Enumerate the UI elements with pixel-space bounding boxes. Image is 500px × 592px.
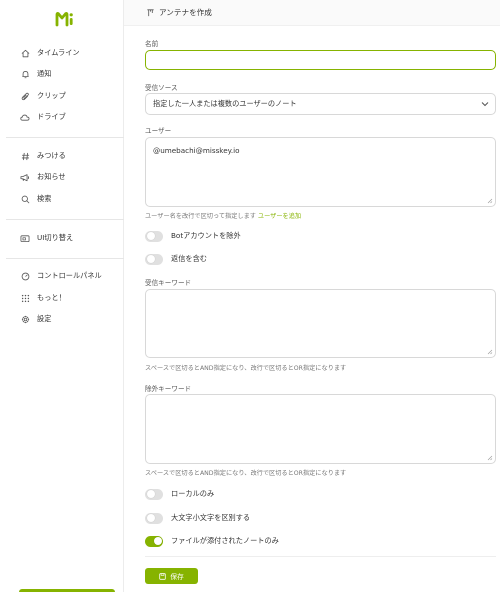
users-textarea[interactable]: @umebachi@misskey.io	[145, 137, 496, 207]
add-user-link[interactable]: ユーザーを追加	[258, 213, 301, 220]
switch-local-only[interactable]	[145, 488, 163, 500]
keywords-textarea[interactable]	[145, 289, 496, 358]
toggle-label: 大文字小文字を区別する	[171, 513, 251, 522]
sidebar-item-settings[interactable]: 設定	[19, 312, 51, 326]
exclude-textarea[interactable]	[145, 394, 496, 464]
gauge-icon	[19, 270, 31, 282]
sidebar-item-label: 検索	[37, 194, 52, 203]
sidebar-item-label: コントロールパネル	[37, 271, 102, 280]
toggle-label: ローカルのみ	[171, 489, 215, 498]
sidebar-item-label: ドライブ	[37, 112, 66, 121]
sidebar-item-label: お知らせ	[37, 172, 66, 181]
main-panel: アンテナを作成 名前 受信ソース 指定した一人または複数のユーザーのノート ユー…	[124, 0, 500, 592]
switch-with-files[interactable]	[145, 535, 163, 547]
switch-exclude-bots[interactable]	[145, 230, 163, 242]
switch-include-replies[interactable]	[145, 253, 163, 265]
switch-case-sensitive[interactable]	[145, 512, 163, 524]
keywords-hint: スペースで区切るとAND指定になり、改行で区切るとOR指定になります	[145, 365, 347, 372]
sidebar-item-drive[interactable]: ドライブ	[19, 110, 66, 124]
switch-ui-icon	[19, 232, 31, 244]
sidebar-item-timeline[interactable]: タイムライン	[19, 46, 80, 60]
sidebar-item-label: もっと！	[37, 293, 66, 302]
source-label: 受信ソース	[145, 84, 178, 92]
save-label: 保存	[170, 573, 184, 581]
users-value: @umebachi@misskey.io	[153, 146, 240, 155]
toggle-local-only[interactable]: ローカルのみ	[145, 487, 214, 501]
chevron-down-icon	[481, 100, 489, 109]
search-icon	[19, 193, 31, 205]
sidebar-item-control-panel[interactable]: コントロールパネル	[19, 269, 102, 283]
sidebar-item-label: みつける	[37, 151, 66, 160]
megaphone-icon	[19, 171, 31, 183]
sidebar-divider	[6, 258, 124, 259]
users-label: ユーザー	[145, 127, 172, 135]
sidebar-item-switch-ui[interactable]: UI切り替え	[19, 231, 73, 245]
source-value: 指定した一人または複数のユーザーのノート	[153, 99, 297, 108]
sidebar-item-notifications[interactable]: 通知	[19, 67, 51, 81]
gear-icon	[19, 313, 31, 325]
toggle-include-replies[interactable]: 返信を含む	[145, 252, 207, 266]
resize-handle-icon[interactable]	[487, 455, 493, 461]
save-icon	[159, 572, 166, 580]
sidebar-item-label: UI切り替え	[37, 233, 74, 242]
toggle-label: Botアカウントを除外	[171, 231, 241, 240]
hashtag-icon	[19, 150, 31, 162]
sidebar-item-announcements[interactable]: お知らせ	[19, 170, 66, 184]
toggle-with-files[interactable]: ファイルが添付されたノートのみ	[145, 534, 279, 548]
form-divider	[145, 556, 496, 557]
misskey-logo[interactable]	[55, 11, 74, 27]
home-icon	[19, 47, 31, 59]
page-title: アンテナを作成	[159, 8, 212, 17]
source-select[interactable]: 指定した一人または複数のユーザーのノート	[145, 93, 496, 115]
sidebar-divider	[6, 219, 124, 220]
name-label: 名前	[145, 40, 159, 48]
toggle-exclude-bots[interactable]: Botアカウントを除外	[145, 229, 241, 243]
dots-grid-icon	[19, 292, 31, 304]
page-header: アンテナを作成	[124, 0, 500, 26]
exclude-hint: スペースで区切るとAND指定になり、改行で区切るとOR指定になります	[145, 470, 347, 477]
sidebar-item-label: クリップ	[37, 91, 66, 100]
sidebar-item-label: 設定	[37, 314, 52, 323]
sidebar-item-search[interactable]: 検索	[19, 192, 51, 206]
sidebar-item-label: 通知	[37, 69, 52, 78]
users-hint-text: ユーザー名を改行で区切って指定します	[145, 213, 256, 220]
toggle-label: 返信を含む	[171, 254, 207, 263]
bell-icon	[19, 68, 31, 80]
name-input[interactable]	[145, 50, 496, 70]
sidebar-item-more[interactable]: もっと！	[19, 291, 66, 305]
sidebar: タイムライン 通知 クリップ ドライブ みつける お知らせ 検索 UI切り替え …	[0, 0, 124, 592]
toggle-label: ファイルが添付されたノートのみ	[171, 536, 279, 545]
users-hint: ユーザー名を改行で区切って指定します ユーザーを追加	[145, 211, 301, 220]
sidebar-divider	[6, 137, 124, 138]
paperclip-icon	[19, 90, 31, 102]
antenna-icon	[146, 8, 155, 17]
resize-handle-icon[interactable]	[487, 349, 493, 355]
cloud-icon	[19, 111, 31, 123]
save-button[interactable]: 保存	[145, 568, 198, 584]
resize-handle-icon[interactable]	[487, 198, 493, 204]
sidebar-item-clips[interactable]: クリップ	[19, 89, 66, 103]
toggle-case-sensitive[interactable]: 大文字小文字を区別する	[145, 511, 250, 525]
sidebar-item-label: タイムライン	[37, 48, 80, 57]
sidebar-item-explore[interactable]: みつける	[19, 149, 66, 163]
exclude-label: 除外キーワード	[145, 385, 192, 393]
keywords-label: 受信キーワード	[145, 279, 192, 287]
